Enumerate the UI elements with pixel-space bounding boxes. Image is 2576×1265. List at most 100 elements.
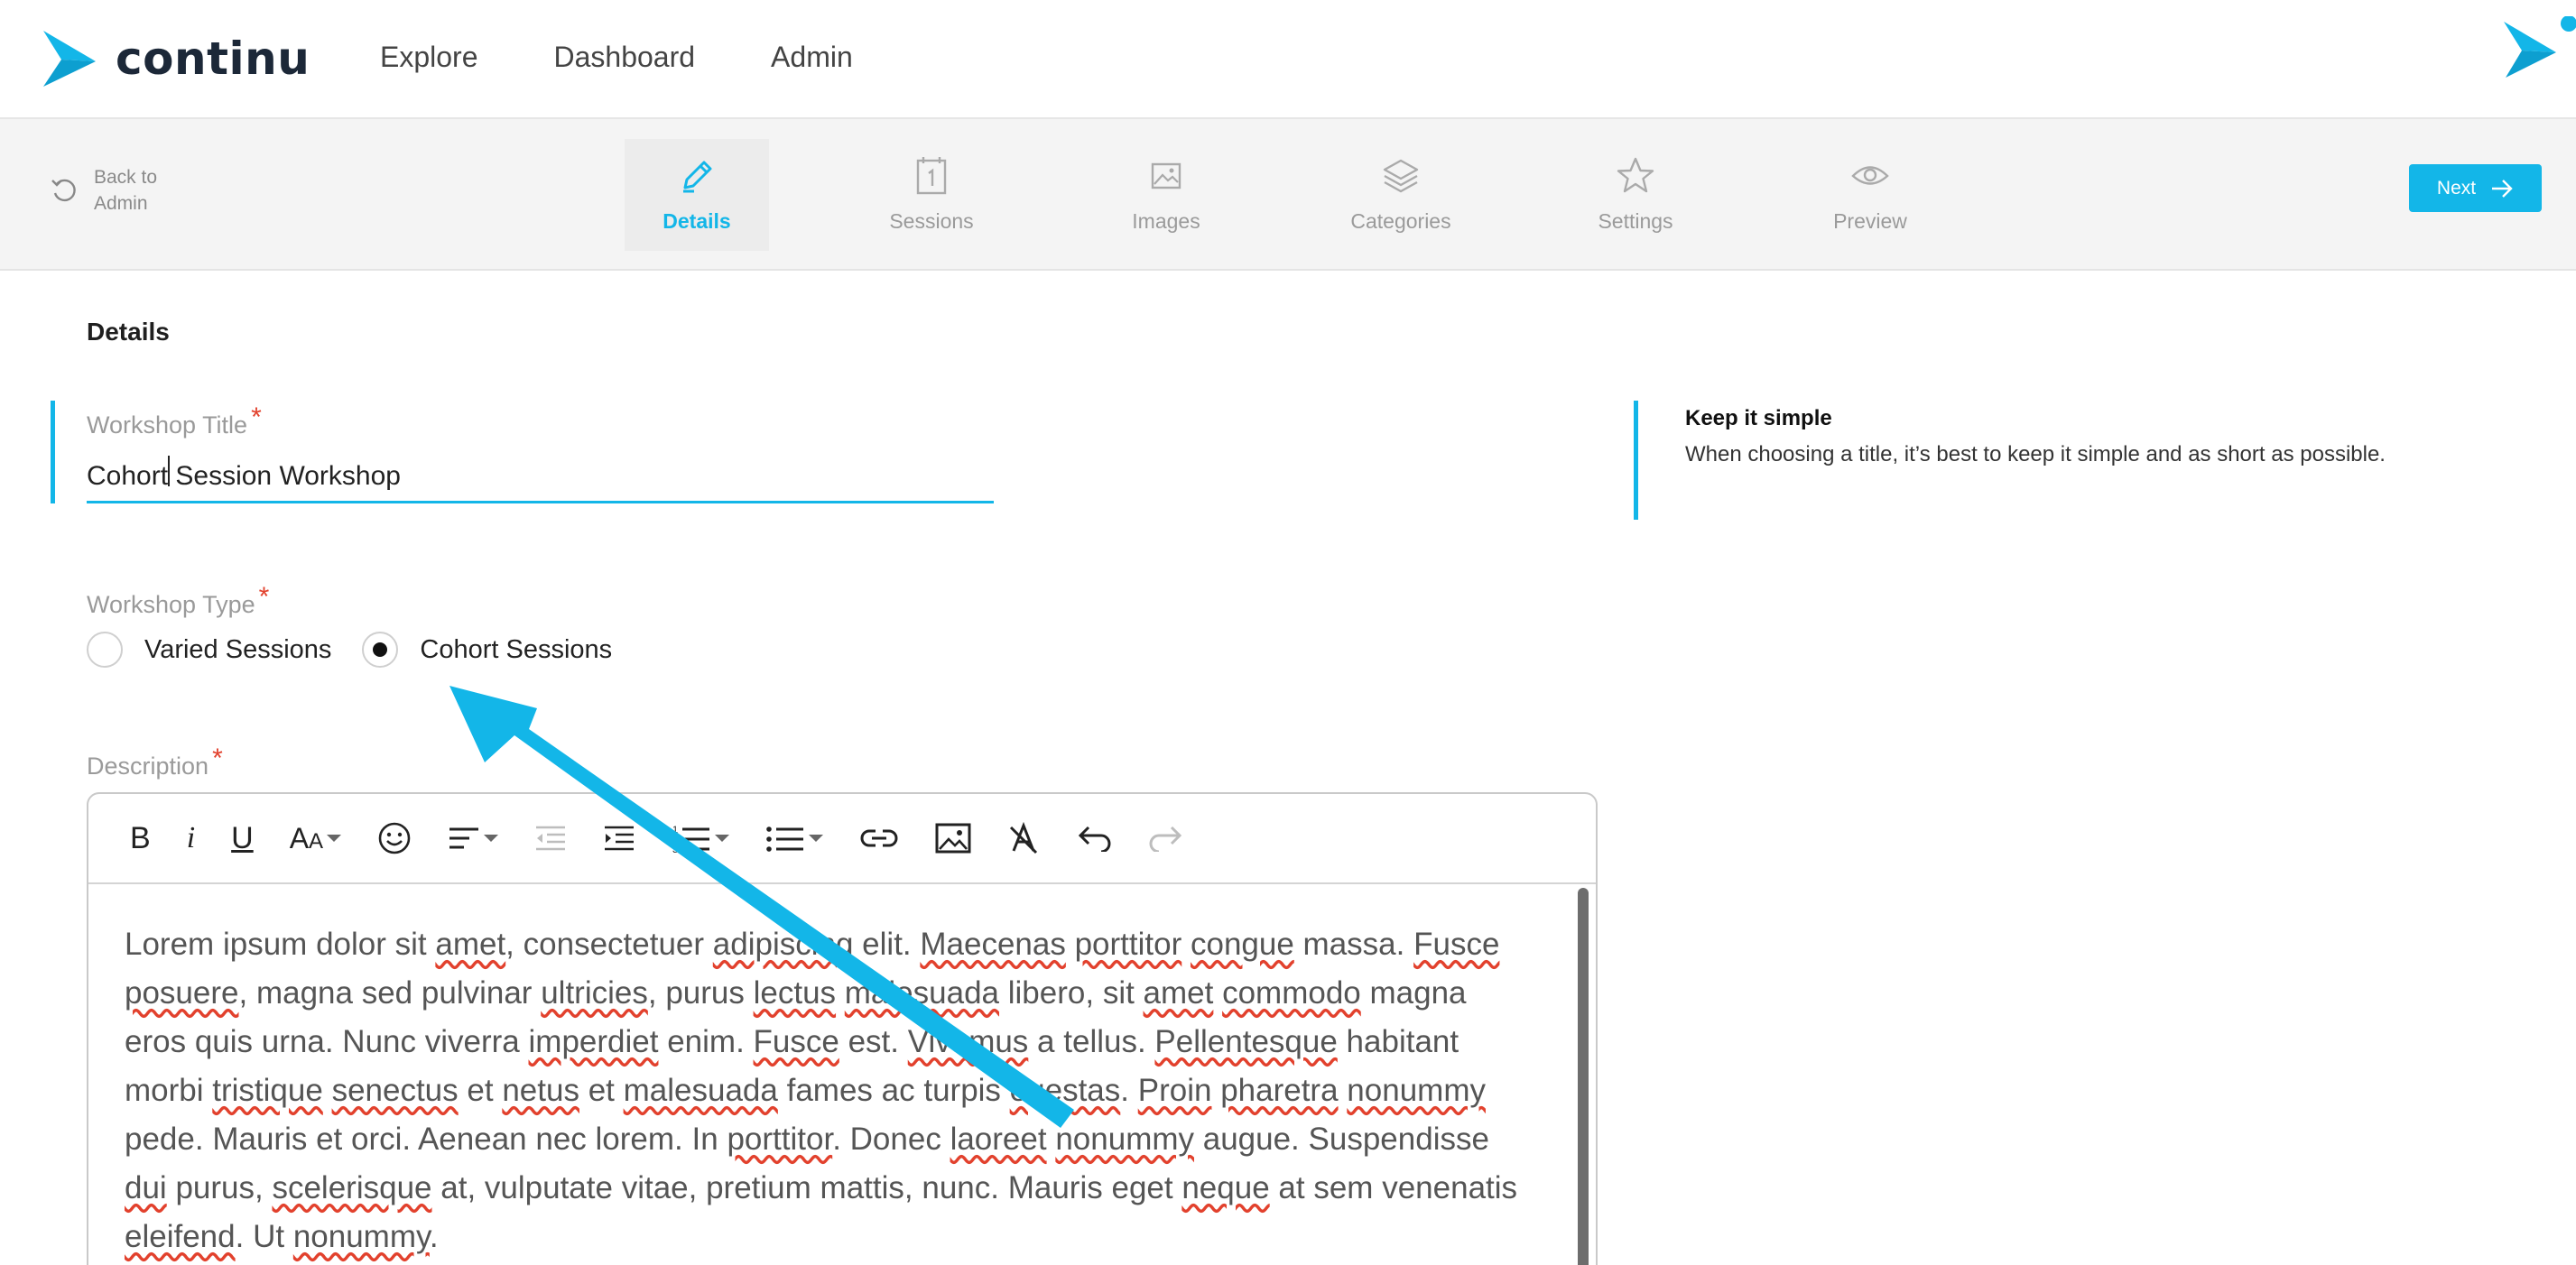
misspelled-word: nonummy	[292, 1219, 430, 1254]
misspelled-word: Pellentesque	[1154, 1024, 1338, 1059]
misspelled-word: malesuada	[623, 1073, 778, 1108]
link-icon	[860, 829, 898, 847]
step-sessions-label: Sessions	[889, 209, 974, 233]
align-left-icon	[449, 827, 479, 849]
indent-button[interactable]	[603, 815, 635, 862]
font-size-button[interactable]: AA	[289, 815, 342, 862]
workshop-type-radio-group: Varied Sessions Cohort Sessions	[87, 632, 643, 668]
nav-explore[interactable]: Explore	[380, 34, 478, 79]
workshop-title-label: Workshop Title *	[87, 402, 262, 439]
redo-icon	[1149, 826, 1182, 852]
title-field-accent	[51, 401, 55, 503]
misspelled-word: congue	[1190, 927, 1294, 962]
step-details[interactable]: Details	[625, 139, 769, 251]
clear-format-icon	[1010, 822, 1038, 854]
description-label-text: Description	[87, 753, 209, 780]
link-button[interactable]	[859, 815, 899, 862]
continu-logo[interactable]: continu	[42, 27, 310, 90]
editor-scrollbar[interactable]	[1578, 888, 1589, 1265]
logo-mark-icon	[43, 31, 96, 87]
brand-name: continu	[116, 32, 310, 85]
required-mark: *	[251, 402, 262, 432]
radio-cohort-sessions[interactable]	[362, 632, 399, 668]
outdent-button[interactable]	[534, 815, 567, 862]
misspelled-word: amet	[1143, 975, 1214, 1011]
workshop-title-input[interactable]	[87, 448, 994, 503]
misspelled-word: nonummy	[1055, 1122, 1194, 1157]
italic-icon: i	[186, 821, 196, 854]
font-size-icon: AA	[289, 821, 324, 854]
description-text[interactable]: Lorem ipsum dolor sit amet, consectetuer…	[125, 920, 1533, 1261]
step-images-label: Images	[1132, 209, 1200, 233]
misspelled-word: Maecenas	[920, 927, 1066, 962]
misspelled-word: Proin	[1137, 1073, 1212, 1108]
outdent-icon	[536, 826, 566, 851]
workshop-type-label: Workshop Type *	[87, 582, 269, 619]
misspelled-word: neque	[1181, 1170, 1270, 1205]
tip-text: When choosing a title, it’s best to keep…	[1685, 442, 2386, 466]
misspelled-word: porttitor	[727, 1122, 833, 1157]
required-mark: *	[212, 743, 223, 773]
chevron-down-icon	[715, 835, 730, 842]
misspelled-word: senectus	[331, 1073, 459, 1108]
top-navigation-bar: continu Explore Dashboard Admin	[0, 0, 2576, 119]
step-settings-label: Settings	[1598, 209, 1673, 233]
image-icon	[935, 823, 971, 854]
bullet-list-button[interactable]	[765, 815, 824, 862]
italic-button[interactable]: i	[187, 815, 195, 862]
next-button[interactable]: Next	[2409, 164, 2542, 212]
required-mark: *	[258, 582, 270, 612]
nav-dashboard[interactable]: Dashboard	[554, 34, 696, 79]
editor-toolbar: B i U AA 1 2 3	[88, 794, 1596, 884]
undo-icon	[1078, 826, 1111, 852]
step-images[interactable]: Images	[1049, 139, 1283, 251]
back-to-admin-link[interactable]: Back to Admin	[49, 164, 157, 217]
misspelled-word: Fusce	[1413, 927, 1500, 962]
misspelled-word: eleifend	[125, 1219, 236, 1254]
redo-button[interactable]	[1148, 815, 1184, 862]
misspelled-word: netus	[502, 1073, 579, 1108]
step-preview-label: Preview	[1833, 209, 1907, 233]
step-sessions[interactable]: Sessions	[814, 139, 1049, 251]
workshop-type-label-text: Workshop Type	[87, 591, 255, 618]
misspelled-word: Vivamus	[907, 1024, 1029, 1059]
undo-button[interactable]	[1076, 815, 1112, 862]
arrow-right-icon	[2492, 179, 2513, 198]
align-button[interactable]	[448, 815, 499, 862]
underline-button[interactable]: U	[231, 815, 254, 862]
radio-selected-dot	[373, 642, 388, 657]
step-preview[interactable]: Preview	[1753, 139, 1988, 251]
radio-cohort-sessions-label[interactable]: Cohort Sessions	[420, 635, 612, 665]
ordered-list-icon: 1 2 3	[672, 825, 710, 854]
misspelled-word: laoreet	[950, 1122, 1047, 1157]
clear-format-button[interactable]	[1007, 815, 1040, 862]
misspelled-word: Fusce	[753, 1024, 839, 1059]
nav-admin[interactable]: Admin	[771, 34, 853, 79]
bold-button[interactable]: B	[130, 815, 151, 862]
layers-icon	[1383, 159, 1419, 193]
radio-varied-sessions-label[interactable]: Varied Sessions	[144, 635, 331, 665]
step-categories[interactable]: Categories	[1283, 139, 1518, 251]
misspelled-word: malesuada	[844, 975, 1000, 1011]
misspelled-word: porttitor	[1074, 927, 1182, 962]
insert-image-button[interactable]	[935, 815, 971, 862]
svg-text:3: 3	[672, 845, 678, 854]
tip-accent-bar	[1634, 401, 1638, 520]
star-icon	[1617, 157, 1654, 193]
calendar-icon	[916, 157, 947, 195]
eye-icon	[1851, 166, 1889, 185]
workshop-title-label-text: Workshop Title	[87, 411, 248, 439]
misspelled-word: dui	[125, 1170, 167, 1205]
chevron-down-icon	[484, 835, 499, 842]
misspelled-word: posuere	[125, 975, 239, 1011]
emoji-button[interactable]	[377, 815, 412, 862]
user-avatar-icon[interactable]	[2504, 16, 2576, 81]
pencil-icon	[683, 161, 712, 193]
ordered-list-button[interactable]: 1 2 3	[672, 815, 730, 862]
underline-icon: U	[231, 820, 254, 855]
radio-varied-sessions[interactable]	[87, 632, 123, 668]
step-settings[interactable]: Settings	[1518, 139, 1753, 251]
misspelled-word: ultricies	[541, 975, 648, 1011]
misspelled-word: tristique	[212, 1073, 323, 1108]
misspelled-word: nonummy	[1347, 1073, 1486, 1108]
